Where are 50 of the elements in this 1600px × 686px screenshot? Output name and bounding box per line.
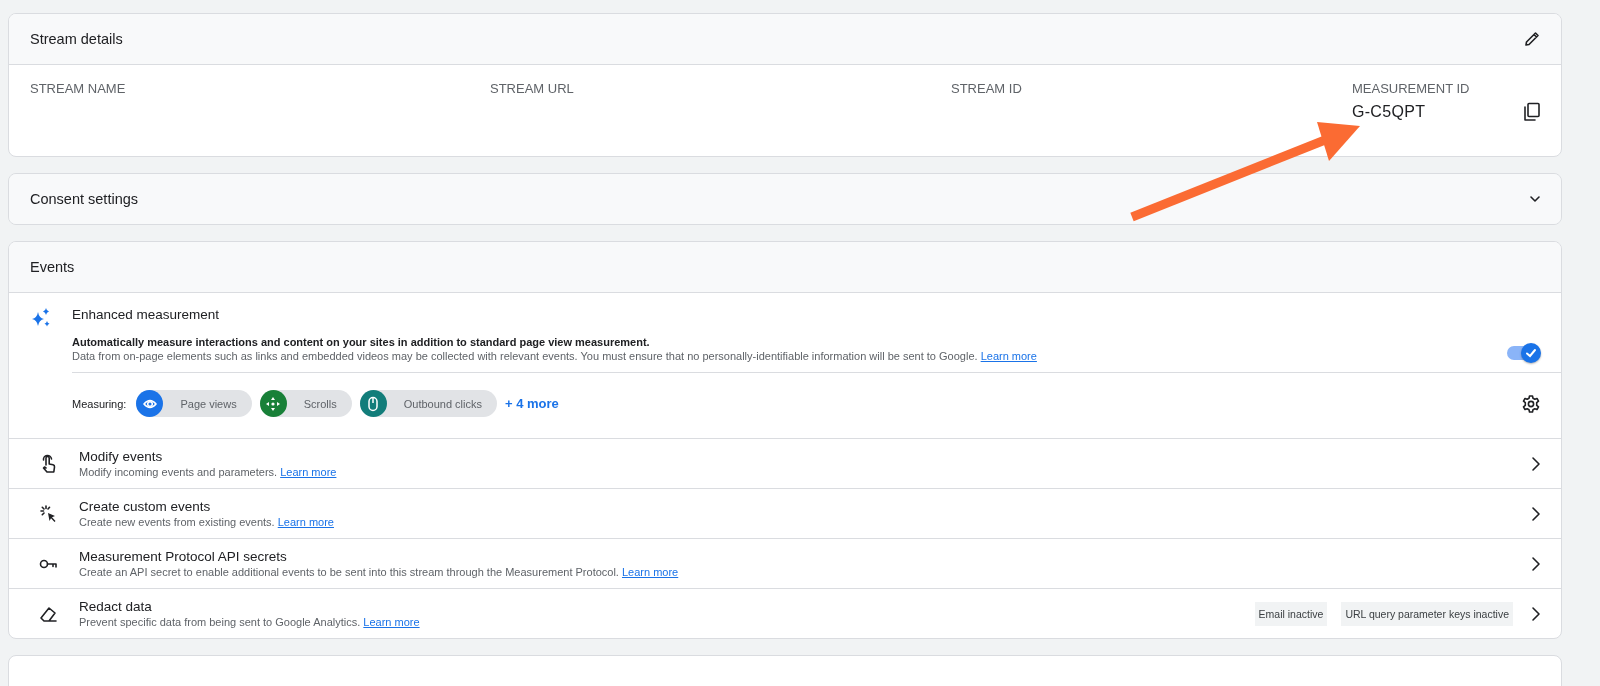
check-icon bbox=[1524, 346, 1538, 360]
row-title: Create custom events bbox=[79, 499, 212, 514]
learn-more-link[interactable]: Learn more bbox=[280, 466, 337, 478]
copy-icon[interactable] bbox=[1523, 102, 1541, 122]
measurement-chip[interactable]: Scrolls bbox=[259, 390, 352, 417]
row-title: Measurement Protocol API secrets bbox=[79, 549, 288, 564]
learn-more-link[interactable]: Learn more bbox=[363, 616, 420, 628]
more-link[interactable]: + 4 more bbox=[504, 396, 559, 411]
chevron-down-icon[interactable] bbox=[1529, 195, 1541, 203]
measurement-chip[interactable]: Page views bbox=[136, 390, 252, 417]
card-title: Stream details bbox=[30, 31, 123, 47]
field-label: STREAM ID bbox=[951, 81, 1023, 96]
field-label: MEASUREMENT ID bbox=[1352, 81, 1471, 96]
settings-icon[interactable] bbox=[1521, 393, 1541, 414]
event-setting-row[interactable]: Redact data Prevent specific data from being sent to Google Analytics. Learn more Email inactive URL query parameter keys inactive bbox=[9, 588, 1561, 638]
learn-more-link[interactable]: Learn more bbox=[622, 566, 679, 578]
row-title: Redact data bbox=[79, 599, 153, 614]
card-title: Events bbox=[30, 259, 75, 275]
chevron-right-icon[interactable] bbox=[1531, 505, 1541, 522]
chevron-right-icon[interactable] bbox=[1531, 455, 1541, 472]
status-tag: URL query parameter keys inactive bbox=[1341, 601, 1513, 626]
chip-label: Outbound clicks bbox=[403, 397, 482, 410]
field-label: STREAM NAME bbox=[30, 81, 127, 96]
description-text: Prevent specific data from being sent to Google Analytics. Learn more bbox=[79, 616, 421, 628]
description-text: Modify incoming events and parameters. Learn more bbox=[79, 466, 338, 478]
section-title: Enhanced measurement bbox=[72, 307, 221, 322]
toggle-switch[interactable] bbox=[1507, 346, 1539, 360]
description-text: Create new events from existing events. Learn more bbox=[79, 516, 335, 528]
chip-label: Page views bbox=[180, 397, 237, 410]
learn-more-link[interactable]: Learn more bbox=[277, 516, 334, 528]
event-setting-row[interactable]: Measurement Protocol API secrets Create an API secret to enable additional events to be sent into this stream through the Measurement Protocol. Learn more bbox=[9, 538, 1561, 588]
learn-more-link[interactable]: Learn more bbox=[980, 350, 1037, 362]
consent-settings-card[interactable]: Consent settings bbox=[8, 173, 1562, 225]
chip-label: Scrolls bbox=[303, 397, 337, 410]
pencil-icon[interactable] bbox=[1523, 30, 1541, 48]
description-text: Data from on-page elements such as links and embedded videos may be collected with relevant events. You must ensure that no personally-identifiable information will be sent to Google. Learn more bbox=[72, 350, 1038, 362]
event-setting-row[interactable]: Create custom events Create new events from existing events. Learn more bbox=[9, 488, 1561, 538]
row-title: Modify events bbox=[79, 449, 164, 464]
measurement-id: G-C5QPT bbox=[1352, 103, 1426, 121]
description-text: Automatically measure interactions and content on your sites in addition to standard page view measurement. bbox=[72, 336, 651, 348]
measuring-label: Measuring: bbox=[72, 397, 127, 410]
field-label: STREAM URL bbox=[490, 81, 575, 96]
cursor-click-icon bbox=[38, 503, 58, 524]
card-title: Consent settings bbox=[30, 191, 138, 207]
description-text: Create an API secret to enable additional events to be sent into this stream through the Measurement Protocol. Learn more bbox=[79, 566, 680, 578]
status-tag: Email inactive bbox=[1254, 601, 1328, 626]
event-setting-row[interactable]: Modify events Modify incoming events and parameters. Learn more bbox=[9, 438, 1561, 488]
measurement-chip[interactable]: Outbound clicks bbox=[359, 390, 497, 417]
chevron-right-icon[interactable] bbox=[1531, 555, 1541, 572]
chevron-right-icon[interactable] bbox=[1531, 605, 1541, 622]
